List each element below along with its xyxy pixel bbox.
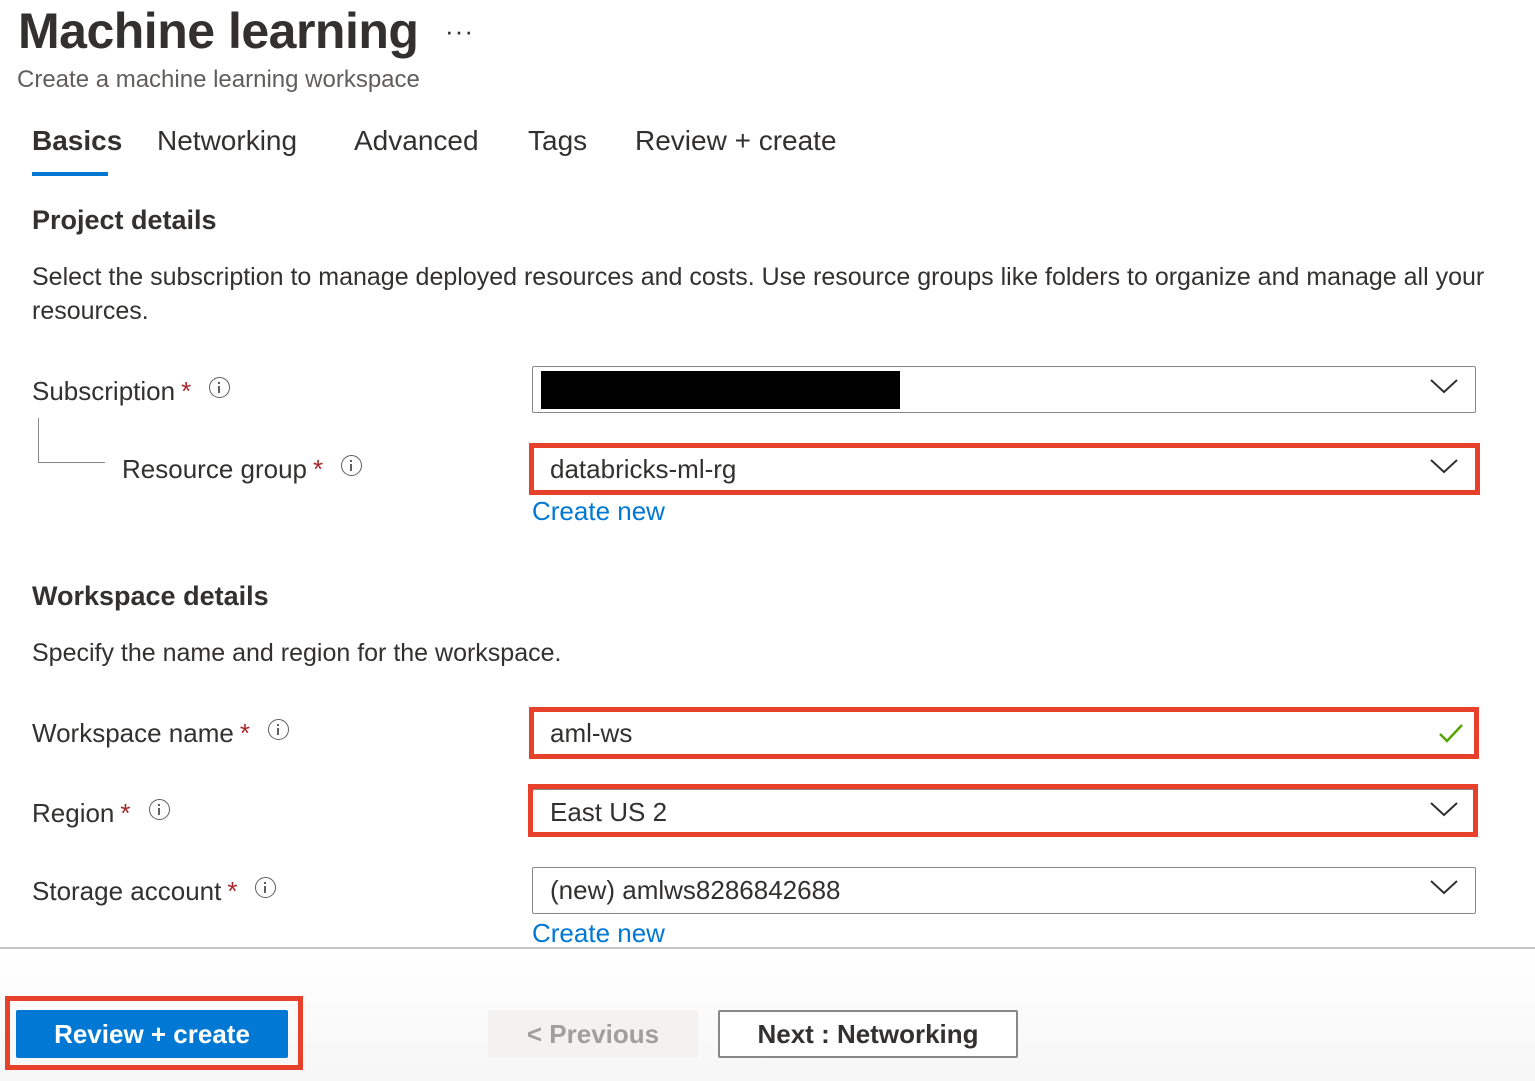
tab-tags[interactable]: Tags: [528, 125, 587, 157]
workspace-details-heading: Workspace details: [32, 581, 269, 611]
active-tab-indicator: [32, 172, 108, 176]
storage-account-dropdown[interactable]: (new) amlws8286842688: [532, 867, 1476, 914]
highlight-resource-group: [529, 443, 1480, 495]
required-asterisk: *: [313, 454, 324, 484]
previous-button[interactable]: < Previous: [488, 1010, 698, 1058]
chevron-down-icon: [1430, 379, 1458, 394]
workspace-details-description: Specify the name and region for the work…: [32, 639, 562, 667]
more-icon[interactable]: ···: [445, 16, 474, 47]
subscription-dropdown[interactable]: [532, 366, 1476, 413]
highlight-region: [528, 784, 1478, 837]
workspace-name-label: Workspace name *: [32, 718, 289, 749]
tree-connector: [38, 418, 105, 463]
create-new-storage-link[interactable]: Create new: [532, 918, 665, 949]
storage-account-value: (new) amlws8286842688: [550, 875, 841, 905]
page-title: Machine learning: [18, 3, 419, 59]
info-icon[interactable]: [341, 455, 363, 476]
required-asterisk: *: [227, 876, 238, 906]
info-icon[interactable]: [209, 377, 231, 398]
highlight-review-create: [5, 996, 303, 1070]
storage-account-label-text: Storage account: [32, 876, 222, 906]
chevron-down-icon: [1430, 880, 1458, 895]
info-icon[interactable]: [148, 799, 170, 820]
redacted-subscription-value: [541, 371, 900, 409]
required-asterisk: *: [239, 718, 250, 748]
info-icon[interactable]: [267, 719, 289, 740]
create-new-resource-group-link[interactable]: Create new: [532, 496, 665, 527]
page-subtitle: Create a machine learning workspace: [17, 66, 420, 93]
footer-divider: [0, 947, 1535, 949]
resource-group-label-text: Resource group: [122, 454, 307, 484]
resource-group-label: Resource group *: [122, 454, 363, 485]
tab-advanced[interactable]: Advanced: [354, 125, 479, 157]
highlight-workspace-name: [529, 707, 1479, 759]
tab-basics[interactable]: Basics: [32, 125, 122, 157]
region-label: Region *: [32, 798, 170, 829]
workspace-name-label-text: Workspace name: [32, 718, 234, 748]
subscription-label: Subscription *: [32, 376, 231, 407]
info-icon[interactable]: [255, 877, 277, 898]
tab-review-create[interactable]: Review + create: [635, 125, 837, 157]
required-asterisk: *: [120, 798, 131, 828]
project-details-heading: Project details: [32, 205, 217, 235]
tab-networking[interactable]: Networking: [157, 125, 297, 157]
storage-account-label: Storage account *: [32, 876, 277, 907]
region-label-text: Region: [32, 798, 115, 828]
subscription-label-text: Subscription: [32, 376, 176, 406]
required-asterisk: *: [181, 376, 192, 406]
project-details-description: Select the subscription to manage deploy…: [32, 263, 1485, 325]
next-networking-button[interactable]: Next : Networking: [718, 1010, 1018, 1058]
